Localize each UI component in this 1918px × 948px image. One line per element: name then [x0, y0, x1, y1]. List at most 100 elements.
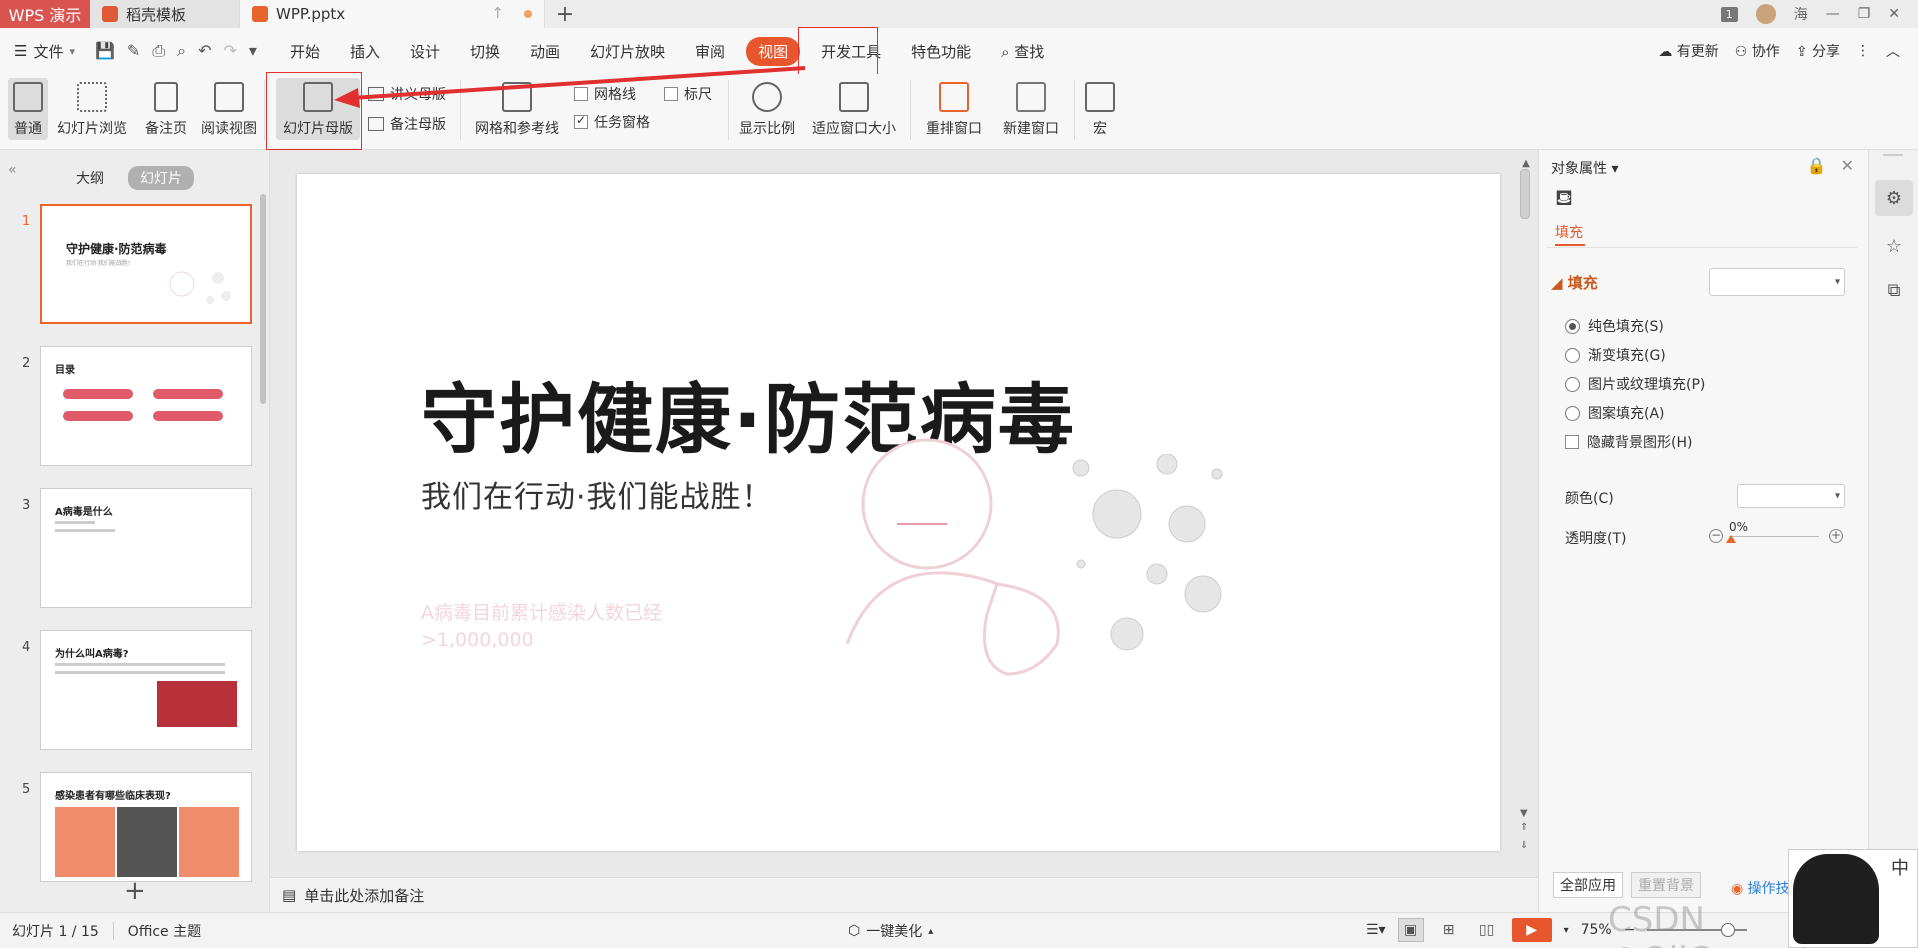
- hide-bg-checkbox[interactable]: [1565, 435, 1579, 449]
- solid-fill-radio[interactable]: [1565, 318, 1580, 334]
- play-options-icon[interactable]: ▾: [1564, 925, 1569, 936]
- macro-button[interactable]: 宏: [1080, 82, 1120, 138]
- decrease-icon[interactable]: −: [1709, 529, 1723, 543]
- canvas-scrollbar[interactable]: ▲ ▼ ⇑ ⇓: [1520, 158, 1532, 858]
- panel-title[interactable]: 对象属性 ▾: [1551, 158, 1618, 178]
- customize-icon[interactable]: ▾: [249, 41, 257, 61]
- slide-thumbnail-1[interactable]: 守护健康·防范病毒 我们在行动·我们能战胜!: [40, 204, 252, 324]
- apply-all-button[interactable]: 全部应用: [1553, 872, 1623, 898]
- animation-icon[interactable]: ☆: [1875, 228, 1913, 264]
- fill-bucket-icon[interactable]: ⛾: [1555, 186, 1573, 214]
- pattern-fill-option[interactable]: 图案填充(A): [1565, 403, 1665, 423]
- collapse-ribbon-icon[interactable]: ︿: [1886, 41, 1900, 61]
- slide-thumbnail-2[interactable]: 目录: [40, 346, 252, 466]
- properties-icon[interactable]: ⚙: [1875, 180, 1913, 216]
- reset-background-button[interactable]: 重置背景: [1631, 872, 1701, 898]
- print-icon[interactable]: ⎙: [152, 41, 165, 61]
- minimize-icon[interactable]: —: [1826, 6, 1840, 22]
- format-painter-icon[interactable]: ✎: [127, 41, 140, 61]
- slide-faint-text[interactable]: A病毒目前累计感染人数已经 >1,000,000: [421, 600, 662, 654]
- add-slide-button[interactable]: +: [124, 876, 146, 906]
- redo-icon[interactable]: ↷: [224, 41, 237, 61]
- notes-placeholder[interactable]: 单击此处添加备注: [304, 885, 424, 906]
- menu-transitions[interactable]: 切换: [455, 41, 515, 62]
- beautify-button[interactable]: ⬡ 一键美化 ▴: [848, 921, 933, 941]
- print-preview-icon[interactable]: ⌕: [177, 41, 186, 61]
- task-pane-checkbox[interactable]: 任务窗格: [574, 112, 650, 132]
- notes-bar[interactable]: ▤ 单击此处添加备注: [270, 877, 1538, 912]
- solid-fill-option[interactable]: 纯色填充(S): [1565, 316, 1664, 336]
- next-slide-icon[interactable]: ⇓: [1520, 840, 1528, 851]
- close-icon[interactable]: ✕: [1841, 156, 1854, 175]
- menu-slideshow[interactable]: 幻灯片放映: [575, 41, 680, 62]
- theme-name[interactable]: Office 主题: [128, 921, 201, 941]
- fill-type-select[interactable]: [1709, 268, 1845, 296]
- slide-thumbnail-5[interactable]: 感染患者有哪些临床表现?: [40, 772, 252, 882]
- scroll-up-icon[interactable]: ▲: [1520, 158, 1532, 169]
- gradient-fill-radio[interactable]: [1565, 347, 1580, 363]
- fit-window-button[interactable]: 适应窗口大小: [804, 82, 904, 138]
- hide-bg-option[interactable]: 隐藏背景图形(H): [1565, 432, 1692, 452]
- notes-page-button[interactable]: 备注页: [138, 82, 194, 138]
- increase-icon[interactable]: +: [1829, 529, 1843, 543]
- menu-insert[interactable]: 插入: [335, 41, 395, 62]
- tab-docer[interactable]: 稻壳模板: [90, 0, 240, 28]
- pattern-fill-radio[interactable]: [1565, 405, 1580, 421]
- more-icon[interactable]: ⋮: [1856, 43, 1870, 59]
- slide-subtitle[interactable]: 我们在行动·我们能战胜！: [421, 472, 773, 516]
- menu-animations[interactable]: 动画: [515, 41, 575, 62]
- transparency-slider-track[interactable]: [1729, 536, 1819, 537]
- color-picker[interactable]: [1737, 484, 1845, 508]
- slide-browse-button[interactable]: 幻灯片浏览: [54, 82, 130, 138]
- undo-icon[interactable]: ↶: [198, 41, 211, 61]
- share-button[interactable]: ⇪ 分享: [1796, 41, 1840, 61]
- notes-master-button[interactable]: 备注母版: [368, 114, 446, 134]
- gradient-fill-option[interactable]: 渐变填充(G): [1565, 345, 1666, 365]
- new-window-button[interactable]: 新建窗口: [996, 82, 1066, 138]
- window-count-badge[interactable]: 1: [1720, 6, 1738, 22]
- file-menu[interactable]: ☰ 文件 ▾: [14, 41, 75, 62]
- play-slideshow-button[interactable]: ▶: [1511, 918, 1552, 942]
- close-icon[interactable]: ✕: [1888, 6, 1900, 22]
- lock-icon[interactable]: 🔒: [1807, 156, 1827, 175]
- menu-design[interactable]: 设计: [395, 41, 455, 62]
- avatar[interactable]: [1755, 4, 1776, 24]
- save-icon[interactable]: 💾: [95, 41, 115, 61]
- upload-icon[interactable]: ↑: [491, 4, 504, 22]
- picture-fill-radio[interactable]: [1565, 376, 1580, 392]
- fill-section-header[interactable]: ◢ 填充: [1551, 272, 1598, 293]
- tips-link[interactable]: ◉ 操作技: [1731, 878, 1790, 898]
- menu-search[interactable]: ⌕ 查找: [986, 41, 1059, 62]
- app-tab[interactable]: WPS 演示: [0, 0, 90, 28]
- reading-view-icon[interactable]: ▯▯: [1474, 918, 1500, 942]
- reading-view-button[interactable]: 阅读视图: [198, 82, 260, 138]
- menu-home[interactable]: 开始: [275, 41, 335, 62]
- normal-view-icon[interactable]: ▣: [1397, 918, 1424, 942]
- tab-outline[interactable]: 大纲: [76, 168, 104, 188]
- sorter-view-icon[interactable]: ⊞: [1436, 918, 1462, 942]
- current-slide[interactable]: 守护健康·防范病毒 我们在行动·我们能战胜！ A病毒目前累计感染人数已经 >1,…: [297, 174, 1500, 851]
- normal-view-button[interactable]: 普通: [8, 78, 48, 140]
- panel-scrollbar[interactable]: [260, 194, 266, 404]
- transparency-slider-knob[interactable]: [1726, 535, 1736, 543]
- user-name[interactable]: 海: [1794, 4, 1808, 24]
- scroll-thumb[interactable]: [1520, 169, 1530, 219]
- ime-chinese-icon[interactable]: 中: [1891, 854, 1909, 880]
- restore-icon[interactable]: ❐: [1858, 6, 1871, 22]
- tab-slides[interactable]: 幻灯片: [128, 166, 194, 190]
- menu-features[interactable]: 特色功能: [896, 41, 986, 62]
- arrange-windows-button[interactable]: 重排窗口: [916, 82, 992, 138]
- task-pane-check[interactable]: [574, 113, 588, 129]
- new-tab-button[interactable]: +: [545, 0, 585, 28]
- menu-review[interactable]: 审阅: [680, 41, 740, 62]
- tab-fill[interactable]: 填充: [1555, 222, 1583, 242]
- scroll-down-icon[interactable]: ▼: [1520, 808, 1528, 819]
- update-button[interactable]: ☁ 有更新: [1658, 41, 1718, 61]
- prev-slide-icon[interactable]: ⇑: [1520, 822, 1528, 833]
- transition-icon[interactable]: ⧉: [1875, 272, 1913, 308]
- slide-thumbnail-3[interactable]: A病毒是什么: [40, 488, 252, 608]
- tab-document[interactable]: WPP.pptx ↑: [240, 0, 545, 28]
- picture-fill-option[interactable]: 图片或纹理填充(P): [1565, 374, 1705, 394]
- slide-thumbnail-4[interactable]: 为什么叫A病毒?: [40, 630, 252, 750]
- notes-toggle-icon[interactable]: ☰▾: [1366, 922, 1386, 938]
